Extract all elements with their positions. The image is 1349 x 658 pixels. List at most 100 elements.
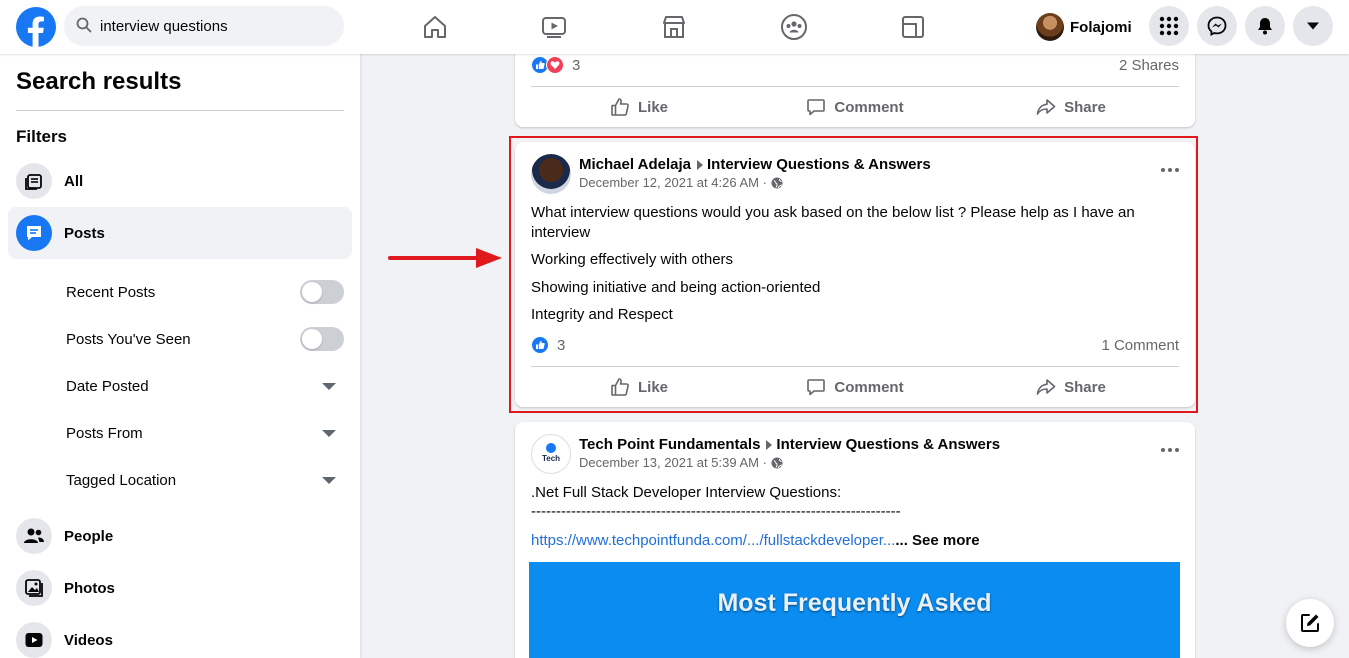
groups-icon[interactable]: [778, 11, 810, 43]
top-navigation-bar: Folajomi: [0, 0, 1349, 54]
marketplace-icon[interactable]: [658, 11, 690, 43]
post-date[interactable]: December 13, 2021 at 5:39 AM: [579, 455, 759, 470]
posts-youve-seen-toggle[interactable]: [300, 327, 344, 351]
avatar[interactable]: Tech: [531, 434, 571, 474]
comment-label: Comment: [834, 98, 904, 116]
filter-posts-youve-seen: Posts You've Seen: [66, 319, 344, 359]
reaction-summary[interactable]: 3 1 Comment: [531, 336, 1179, 354]
reaction-count: 3: [557, 336, 566, 354]
recent-posts-toggle[interactable]: [300, 280, 344, 304]
grid-menu-icon: [1159, 16, 1179, 36]
share-label: Share: [1064, 98, 1106, 116]
account-menu-button[interactable]: [1293, 6, 1333, 46]
arrow-right-icon: [697, 159, 703, 170]
videos-icon: [16, 622, 52, 658]
sidebar-item-label: All: [64, 172, 84, 190]
post-text-line: Showing initiative and being action-orie…: [531, 279, 821, 296]
post-card-michael-adelaja: Michael Adelaja Interview Questions & An…: [515, 142, 1195, 407]
thumbs-up-icon: [611, 378, 629, 396]
post-image[interactable]: Most Frequently Asked: [529, 562, 1180, 658]
share-button[interactable]: Share: [963, 87, 1179, 127]
search-input[interactable]: [100, 6, 330, 46]
comment-label: Comment: [834, 378, 904, 396]
share-button[interactable]: Share: [963, 367, 1179, 407]
menu-grid-button[interactable]: [1149, 6, 1189, 46]
comment-icon: [807, 379, 826, 396]
share-count[interactable]: 2 Shares: [1119, 57, 1179, 74]
post-date[interactable]: December 12, 2021 at 4:26 AM: [579, 175, 759, 190]
more-options-icon[interactable]: [1161, 168, 1179, 172]
comment-button[interactable]: Comment: [747, 367, 963, 407]
post-group[interactable]: Interview Questions & Answers: [776, 436, 1000, 453]
all-results-icon: [16, 163, 52, 199]
post-header: Michael Adelaja Interview Questions & An…: [531, 154, 931, 194]
post-author[interactable]: Michael Adelaja: [579, 156, 691, 173]
like-button[interactable]: Like: [531, 87, 747, 127]
globe-icon: [771, 177, 783, 188]
red-arrow-icon: [388, 248, 502, 268]
filter-posts-from[interactable]: Posts From: [66, 413, 344, 453]
share-icon: [1036, 379, 1056, 395]
sidebar-item-label: Videos: [64, 631, 113, 649]
post-card-tech-point: Tech Tech Point Fundamentals Interview Q…: [515, 422, 1195, 658]
sidebar-item-label: Posts: [64, 224, 105, 242]
messenger-icon: [1207, 16, 1227, 36]
like-button[interactable]: Like: [531, 367, 747, 407]
like-reaction-icon: [531, 336, 549, 354]
reaction-count: 3: [572, 56, 581, 74]
dropdown-caret-icon: [322, 429, 336, 437]
post-text-line: .Net Full Stack Developer Interview Ques…: [531, 484, 842, 501]
dropdown-caret-icon: [322, 476, 336, 484]
compose-icon: [1301, 614, 1319, 632]
sidebar-item-videos[interactable]: Videos: [8, 614, 352, 658]
post-actions: Like Comment Share: [531, 87, 1179, 127]
post-link-line: https://www.techpointfunda.com/.../fulls…: [531, 531, 1179, 551]
post-text-line: What interview questions would you ask b…: [531, 204, 1135, 241]
sidebar-item-photos[interactable]: Photos: [8, 562, 352, 614]
filter-recent-posts: Recent Posts: [66, 272, 344, 312]
posts-icon: [16, 215, 52, 251]
notifications-button[interactable]: [1245, 6, 1285, 46]
thumbs-up-icon: [611, 98, 629, 116]
search-icon: [76, 17, 92, 33]
like-label: Like: [637, 98, 668, 116]
new-message-button[interactable]: [1286, 599, 1334, 647]
filter-label: Tagged Location: [66, 471, 177, 489]
see-more-link[interactable]: ... See more: [895, 532, 979, 549]
comment-count[interactable]: 1 Comment: [1101, 337, 1179, 354]
share-label: Share: [1064, 378, 1106, 396]
filter-label: Posts You've Seen: [66, 330, 191, 348]
filter-label: Posts From: [66, 424, 143, 442]
profile-name: Folajomi: [1070, 18, 1132, 36]
profile-shortcut[interactable]: Folajomi: [1032, 9, 1132, 45]
like-label: Like: [637, 378, 668, 396]
dropdown-caret-icon: [322, 382, 336, 390]
watch-video-icon[interactable]: [538, 11, 570, 43]
post-link[interactable]: https://www.techpointfunda.com/.../fulls…: [531, 532, 895, 549]
search-box[interactable]: [64, 6, 344, 46]
love-reaction-icon: [546, 56, 564, 74]
messenger-button[interactable]: [1197, 6, 1237, 46]
post-header: Tech Tech Point Fundamentals Interview Q…: [531, 434, 1000, 474]
more-options-icon[interactable]: [1161, 448, 1179, 452]
facebook-logo-icon[interactable]: [16, 7, 56, 47]
sidebar-item-people[interactable]: People: [8, 510, 352, 562]
avatar[interactable]: [531, 154, 571, 194]
sidebar-item-all[interactable]: All: [8, 155, 352, 207]
sidebar-item-posts[interactable]: Posts: [8, 207, 352, 259]
share-icon: [1036, 99, 1056, 115]
post-group[interactable]: Interview Questions & Answers: [707, 156, 931, 173]
post-author[interactable]: Tech Point Fundamentals: [579, 436, 760, 453]
globe-icon: [771, 457, 783, 468]
gaming-icon[interactable]: [897, 11, 929, 43]
reaction-summary[interactable]: 3 2 Shares: [531, 56, 1179, 74]
filter-label: Date Posted: [66, 377, 149, 395]
filters-heading: Filters: [16, 127, 68, 146]
post-image-text: Most Frequently Asked: [717, 589, 992, 617]
comment-button[interactable]: Comment: [747, 87, 963, 127]
divider: [16, 110, 344, 111]
filter-date-posted[interactable]: Date Posted: [66, 366, 344, 406]
home-icon[interactable]: [419, 11, 451, 43]
filter-tagged-location[interactable]: Tagged Location: [66, 460, 344, 500]
photos-icon: [16, 570, 52, 606]
